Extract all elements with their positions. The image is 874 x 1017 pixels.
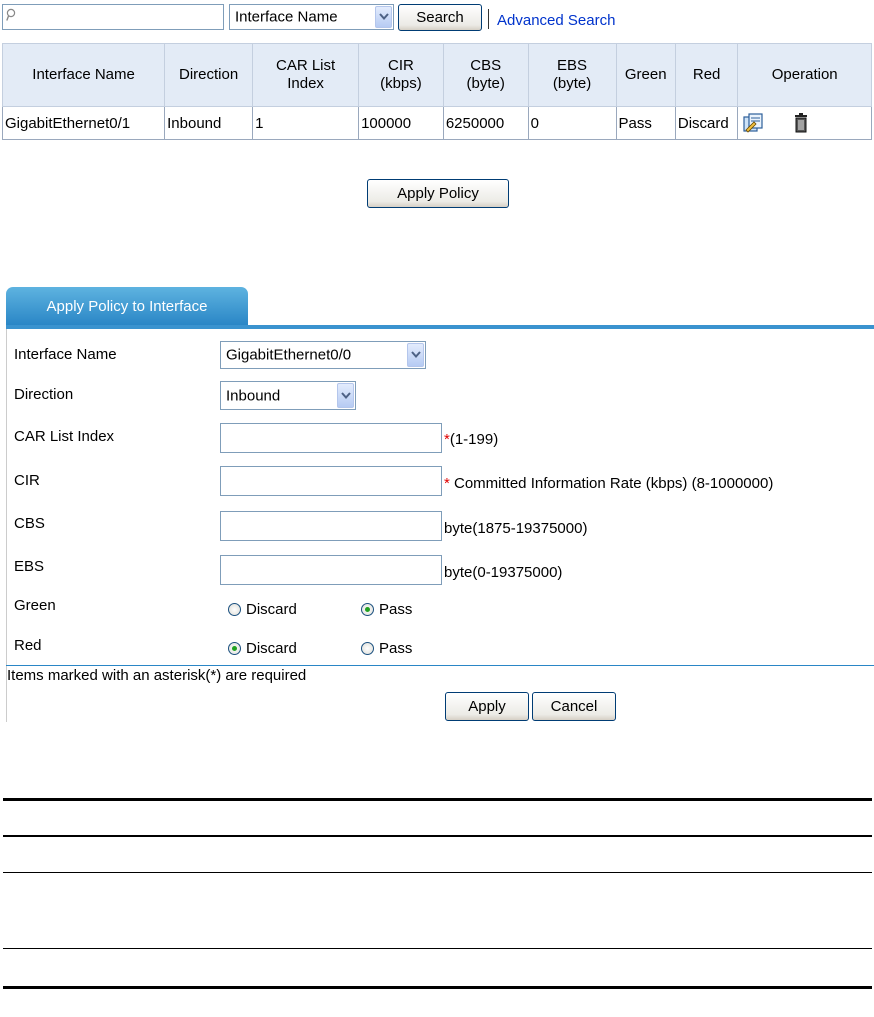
green-discard-radio[interactable] bbox=[228, 603, 241, 616]
col-header-operation: Operation bbox=[737, 43, 872, 107]
cir-input[interactable] bbox=[220, 466, 442, 496]
cir-label: CIR bbox=[14, 472, 40, 489]
col-header-ebs-text: EBS (byte) bbox=[552, 57, 592, 92]
interface-name-select[interactable]: GigabitEthernet0/0 bbox=[220, 341, 426, 369]
green-pass-option[interactable]: Pass bbox=[361, 601, 412, 618]
col-header-cir: CIR (kbps) bbox=[358, 43, 444, 107]
cir-hint-text: Committed Information Rate (kbps) (8-100… bbox=[449, 475, 774, 492]
col-header-car-index: CAR List Index bbox=[252, 43, 360, 107]
green-discard-option[interactable]: Discard bbox=[228, 601, 297, 618]
table-header-row: Interface Name Direction CAR List Index … bbox=[1, 43, 872, 107]
table-top-rule bbox=[3, 798, 872, 801]
cell-cbs: 6250000 bbox=[442, 106, 529, 140]
green-pass-label: Pass bbox=[379, 601, 413, 618]
cell-interface: GigabitEthernet0/1 bbox=[1, 106, 166, 140]
col-header-car-index-text: CAR List Index bbox=[275, 57, 336, 92]
search-input-box[interactable] bbox=[2, 4, 224, 30]
search-button[interactable]: Search bbox=[398, 4, 482, 31]
green-discard-label: Discard bbox=[246, 601, 297, 618]
car-list-index-input[interactable] bbox=[220, 423, 442, 453]
car-list-index-hint: *(1-199) bbox=[444, 431, 498, 448]
required-note: Items marked with an asterisk(*) are req… bbox=[7, 667, 307, 684]
cell-direction: Inbound bbox=[164, 106, 254, 140]
apply-policy-button[interactable]: Apply Policy bbox=[367, 179, 509, 208]
policy-table: Interface Name Direction CAR List Index … bbox=[1, 43, 872, 140]
direction-label: Direction bbox=[14, 386, 74, 403]
cell-ebs: 0 bbox=[527, 106, 617, 140]
red-pass-option[interactable]: Pass bbox=[361, 640, 412, 657]
col-header-cbs: CBS (byte) bbox=[442, 43, 529, 107]
red-discard-label: Discard bbox=[246, 640, 297, 657]
interface-name-label: Interface Name bbox=[14, 346, 117, 363]
col-header-red: Red bbox=[674, 43, 739, 107]
cbs-label: CBS bbox=[14, 515, 45, 532]
cell-car-index: 1 bbox=[252, 106, 360, 140]
table-header-rule bbox=[3, 835, 872, 837]
direction-value: Inbound bbox=[226, 387, 281, 404]
direction-select[interactable]: Inbound bbox=[220, 381, 356, 410]
cbs-hint: byte(1875-19375000) bbox=[444, 520, 588, 537]
search-field-select[interactable]: Interface Name bbox=[229, 4, 394, 30]
cell-red: Discard bbox=[674, 106, 739, 140]
search-field-value: Interface Name bbox=[235, 8, 338, 26]
red-pass-radio[interactable] bbox=[361, 642, 374, 655]
col-header-green: Green bbox=[615, 43, 676, 107]
apply-button[interactable]: Apply bbox=[445, 692, 529, 721]
col-header-cbs-text: CBS (byte) bbox=[466, 57, 505, 92]
search-icon bbox=[6, 8, 16, 21]
table-row-rule bbox=[3, 872, 872, 873]
red-label: Red bbox=[14, 637, 42, 654]
col-header-direction: Direction bbox=[164, 43, 254, 107]
red-pass-label: Pass bbox=[379, 640, 413, 657]
tab-apply-policy[interactable]: Apply Policy to Interface bbox=[6, 287, 248, 325]
green-label: Green bbox=[14, 597, 56, 614]
advanced-search-link[interactable]: Advanced Search bbox=[497, 12, 615, 29]
chevron-down-icon[interactable] bbox=[407, 343, 424, 367]
tab-underline bbox=[6, 325, 874, 329]
green-pass-radio[interactable] bbox=[361, 603, 374, 616]
table-row-rule bbox=[3, 948, 872, 949]
ebs-input[interactable] bbox=[220, 555, 442, 585]
cir-hint: * Committed Information Rate (kbps) (8-1… bbox=[444, 475, 773, 492]
car-hint-text: (1-199) bbox=[449, 431, 499, 448]
search-input[interactable] bbox=[21, 7, 223, 29]
ebs-label: EBS bbox=[14, 558, 45, 575]
panel-border bbox=[6, 329, 7, 722]
col-header-cir-text: CIR (kbps) bbox=[380, 57, 422, 92]
cell-operation bbox=[737, 106, 872, 140]
col-header-ebs: EBS (byte) bbox=[527, 43, 617, 107]
panel-bottom-border bbox=[6, 665, 874, 666]
table-bottom-rule bbox=[3, 986, 872, 989]
table-row: GigabitEthernet0/1 Inbound 1 100000 6250… bbox=[1, 106, 872, 140]
ebs-hint: byte(0-19375000) bbox=[444, 564, 563, 581]
chevron-down-icon[interactable] bbox=[375, 6, 392, 28]
cbs-input[interactable] bbox=[220, 511, 442, 541]
cell-green: Pass bbox=[615, 106, 676, 140]
separator bbox=[488, 9, 489, 29]
red-discard-option[interactable]: Discard bbox=[228, 640, 297, 657]
delete-icon[interactable] bbox=[794, 113, 808, 133]
modify-icon[interactable] bbox=[742, 113, 764, 133]
red-discard-radio[interactable] bbox=[228, 642, 241, 655]
cancel-button[interactable]: Cancel bbox=[532, 692, 616, 721]
col-header-interface: Interface Name bbox=[1, 43, 166, 107]
cell-cir: 100000 bbox=[358, 106, 444, 140]
chevron-down-icon[interactable] bbox=[337, 383, 354, 408]
car-list-index-label: CAR List Index bbox=[14, 428, 115, 445]
interface-name-value: GigabitEthernet0/0 bbox=[226, 346, 352, 364]
